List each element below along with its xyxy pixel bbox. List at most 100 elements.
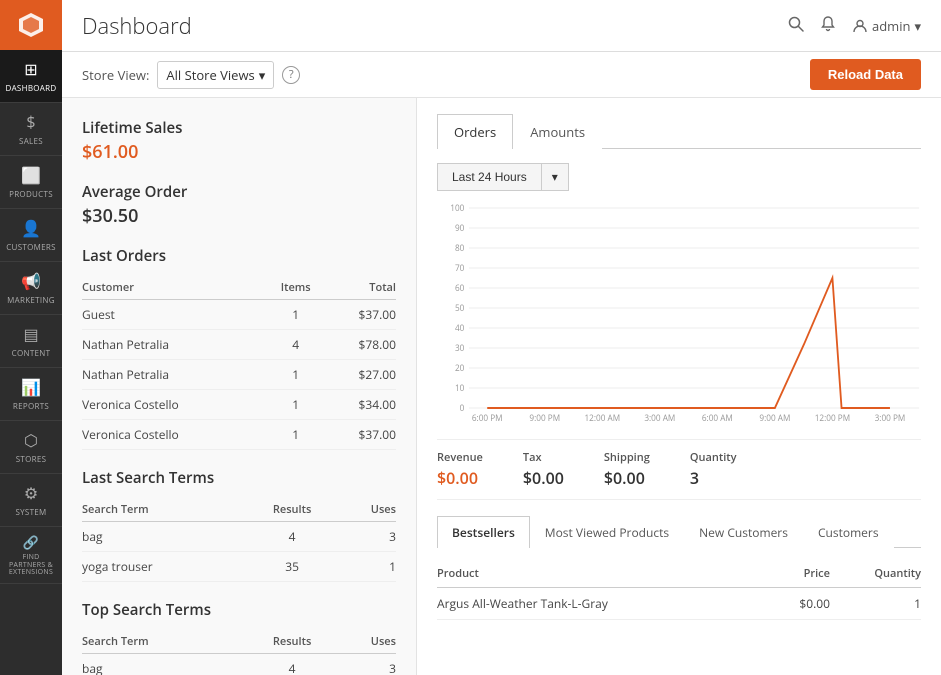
- content-icon: ▤: [23, 323, 38, 345]
- svg-text:70: 70: [455, 262, 464, 275]
- lifetime-sales-label: Lifetime Sales: [82, 118, 396, 138]
- chart-tabs: Orders Amounts: [437, 114, 921, 149]
- shipping-stat: Shipping $0.00: [604, 450, 650, 489]
- store-view-value: All Store Views: [166, 66, 254, 84]
- sidebar-label-stores: STORES: [16, 454, 47, 465]
- sidebar-item-dashboard[interactable]: ⊞ DASHBOARD: [0, 50, 62, 103]
- tab-new-customers[interactable]: New Customers: [684, 516, 803, 548]
- store-view-dropdown[interactable]: All Store Views ▾: [157, 61, 274, 89]
- sidebar-logo: [0, 0, 62, 50]
- time-range-dropdown[interactable]: ▾: [542, 163, 569, 191]
- user-menu[interactable]: admin ▾: [852, 17, 921, 35]
- svg-text:50: 50: [455, 302, 464, 315]
- sidebar-item-reports[interactable]: 📊 REPORTS: [0, 368, 62, 421]
- svg-text:90: 90: [455, 222, 464, 235]
- time-range-button[interactable]: Last 24 Hours: [437, 163, 542, 191]
- col-results: Results: [247, 498, 337, 522]
- reload-data-button[interactable]: Reload Data: [810, 59, 921, 90]
- svg-text:30: 30: [455, 342, 464, 355]
- table-row: Nathan Petralia1$27.00: [82, 360, 396, 390]
- quantity-label: Quantity: [690, 450, 737, 465]
- col-total: Total: [324, 276, 396, 300]
- svg-text:60: 60: [455, 282, 464, 295]
- header-actions: admin ▾: [788, 15, 921, 37]
- col-customer: Customer: [82, 276, 267, 300]
- col-top-uses: Uses: [337, 630, 396, 654]
- sidebar-item-stores[interactable]: ⬡ STORES: [0, 421, 62, 474]
- top-search-title: Top Search Terms: [82, 600, 396, 620]
- sidebar-label-system: SYSTEM: [15, 507, 46, 518]
- last-orders-table: Customer Items Total Guest1$37.00Nathan …: [82, 276, 396, 450]
- system-icon: ⚙: [24, 482, 38, 504]
- search-icon[interactable]: [788, 15, 804, 37]
- quantity-stat: Quantity 3: [690, 450, 737, 489]
- last-orders-block: Last Orders Customer Items Total Guest1$…: [82, 246, 396, 450]
- sidebar-label-customers: CUSTOMERS: [6, 242, 56, 253]
- table-row: Guest1$37.00: [82, 300, 396, 330]
- top-search-table: Search Term Results Uses bag43yoga trous…: [82, 630, 396, 675]
- user-label: admin: [872, 17, 910, 35]
- svg-text:3:00 PM: 3:00 PM: [875, 412, 906, 423]
- sidebar-item-content[interactable]: ▤ CONTENT: [0, 315, 62, 368]
- toolbar: Store View: All Store Views ▾ ? Reload D…: [62, 52, 941, 98]
- svg-text:100: 100: [450, 203, 464, 214]
- tab-orders[interactable]: Orders: [437, 114, 513, 149]
- store-view-label: Store View:: [82, 66, 149, 84]
- notification-icon[interactable]: [820, 15, 836, 37]
- table-row: Argus All-Weather Tank-L-Gray$0.001: [437, 588, 921, 620]
- tab-customers[interactable]: Customers: [803, 516, 894, 548]
- sidebar: ⊞ DASHBOARD $ SALES ⬜ PRODUCTS 👤 CUSTOME…: [0, 0, 62, 675]
- bottom-tabs: Bestsellers Most Viewed Products New Cus…: [437, 516, 921, 548]
- col-search-term: Search Term: [82, 498, 247, 522]
- sidebar-item-extensions[interactable]: 🔗 FIND PARTNERS & EXTENSIONS: [0, 527, 62, 584]
- content-area: Lifetime Sales $61.00 Average Order $30.…: [62, 98, 941, 675]
- stats-row: Revenue $0.00 Tax $0.00 Shipping $0.00 Q…: [437, 439, 921, 500]
- col-quantity: Quantity: [830, 560, 921, 588]
- svg-text:3:00 AM: 3:00 AM: [644, 412, 675, 423]
- sidebar-label-reports: REPORTS: [13, 401, 49, 412]
- tab-bestsellers[interactable]: Bestsellers: [437, 516, 530, 548]
- last-search-title: Last Search Terms: [82, 468, 396, 488]
- help-icon[interactable]: ?: [282, 66, 300, 84]
- col-top-results: Results: [247, 630, 337, 654]
- col-uses: Uses: [337, 498, 396, 522]
- svg-text:80: 80: [455, 242, 464, 255]
- revenue-stat: Revenue $0.00: [437, 450, 483, 489]
- last-search-block: Last Search Terms Search Term Results Us…: [82, 468, 396, 582]
- store-view-chevron: ▾: [259, 66, 266, 84]
- svg-text:12:00 PM: 12:00 PM: [815, 412, 850, 423]
- orders-chart: 0 10 20 30 40 50 60 70 80 90 100: [437, 203, 921, 423]
- revenue-value: $0.00: [437, 467, 483, 489]
- top-search-block: Top Search Terms Search Term Results Use…: [82, 600, 396, 675]
- store-view-selector: Store View: All Store Views ▾ ?: [82, 61, 300, 89]
- revenue-label: Revenue: [437, 450, 483, 465]
- table-row: bag43: [82, 654, 396, 675]
- sidebar-item-sales[interactable]: $ SALES: [0, 103, 62, 156]
- svg-text:0: 0: [460, 402, 465, 415]
- sidebar-item-system[interactable]: ⚙ SYSTEM: [0, 474, 62, 527]
- svg-text:6:00 PM: 6:00 PM: [472, 412, 503, 423]
- page-title: Dashboard: [82, 11, 192, 41]
- sidebar-item-customers[interactable]: 👤 CUSTOMERS: [0, 209, 62, 262]
- svg-text:40: 40: [455, 322, 464, 335]
- svg-text:9:00 AM: 9:00 AM: [759, 412, 790, 423]
- svg-text:10: 10: [455, 382, 464, 395]
- svg-text:9:00 PM: 9:00 PM: [529, 412, 560, 423]
- shipping-label: Shipping: [604, 450, 650, 465]
- lifetime-sales-value: $61.00: [82, 140, 396, 164]
- table-row: yoga trouser351: [82, 552, 396, 582]
- tax-label: Tax: [523, 450, 564, 465]
- sidebar-item-products[interactable]: ⬜ PRODUCTS: [0, 156, 62, 209]
- sidebar-item-marketing[interactable]: 📢 MARKETING: [0, 262, 62, 315]
- tab-amounts[interactable]: Amounts: [513, 114, 602, 149]
- sidebar-label-marketing: MARKETING: [7, 295, 55, 306]
- shipping-value: $0.00: [604, 467, 650, 489]
- last-search-table: Search Term Results Uses bag43yoga trous…: [82, 498, 396, 582]
- svg-text:12:00 AM: 12:00 AM: [584, 412, 620, 423]
- svg-text:20: 20: [455, 362, 464, 375]
- sidebar-label-products: PRODUCTS: [9, 189, 53, 200]
- main-content: Dashboard admin ▾ Store View: All Store …: [62, 0, 941, 675]
- chart-svg: 0 10 20 30 40 50 60 70 80 90 100: [437, 203, 921, 423]
- reports-icon: 📊: [21, 376, 41, 398]
- tab-most-viewed[interactable]: Most Viewed Products: [530, 516, 684, 548]
